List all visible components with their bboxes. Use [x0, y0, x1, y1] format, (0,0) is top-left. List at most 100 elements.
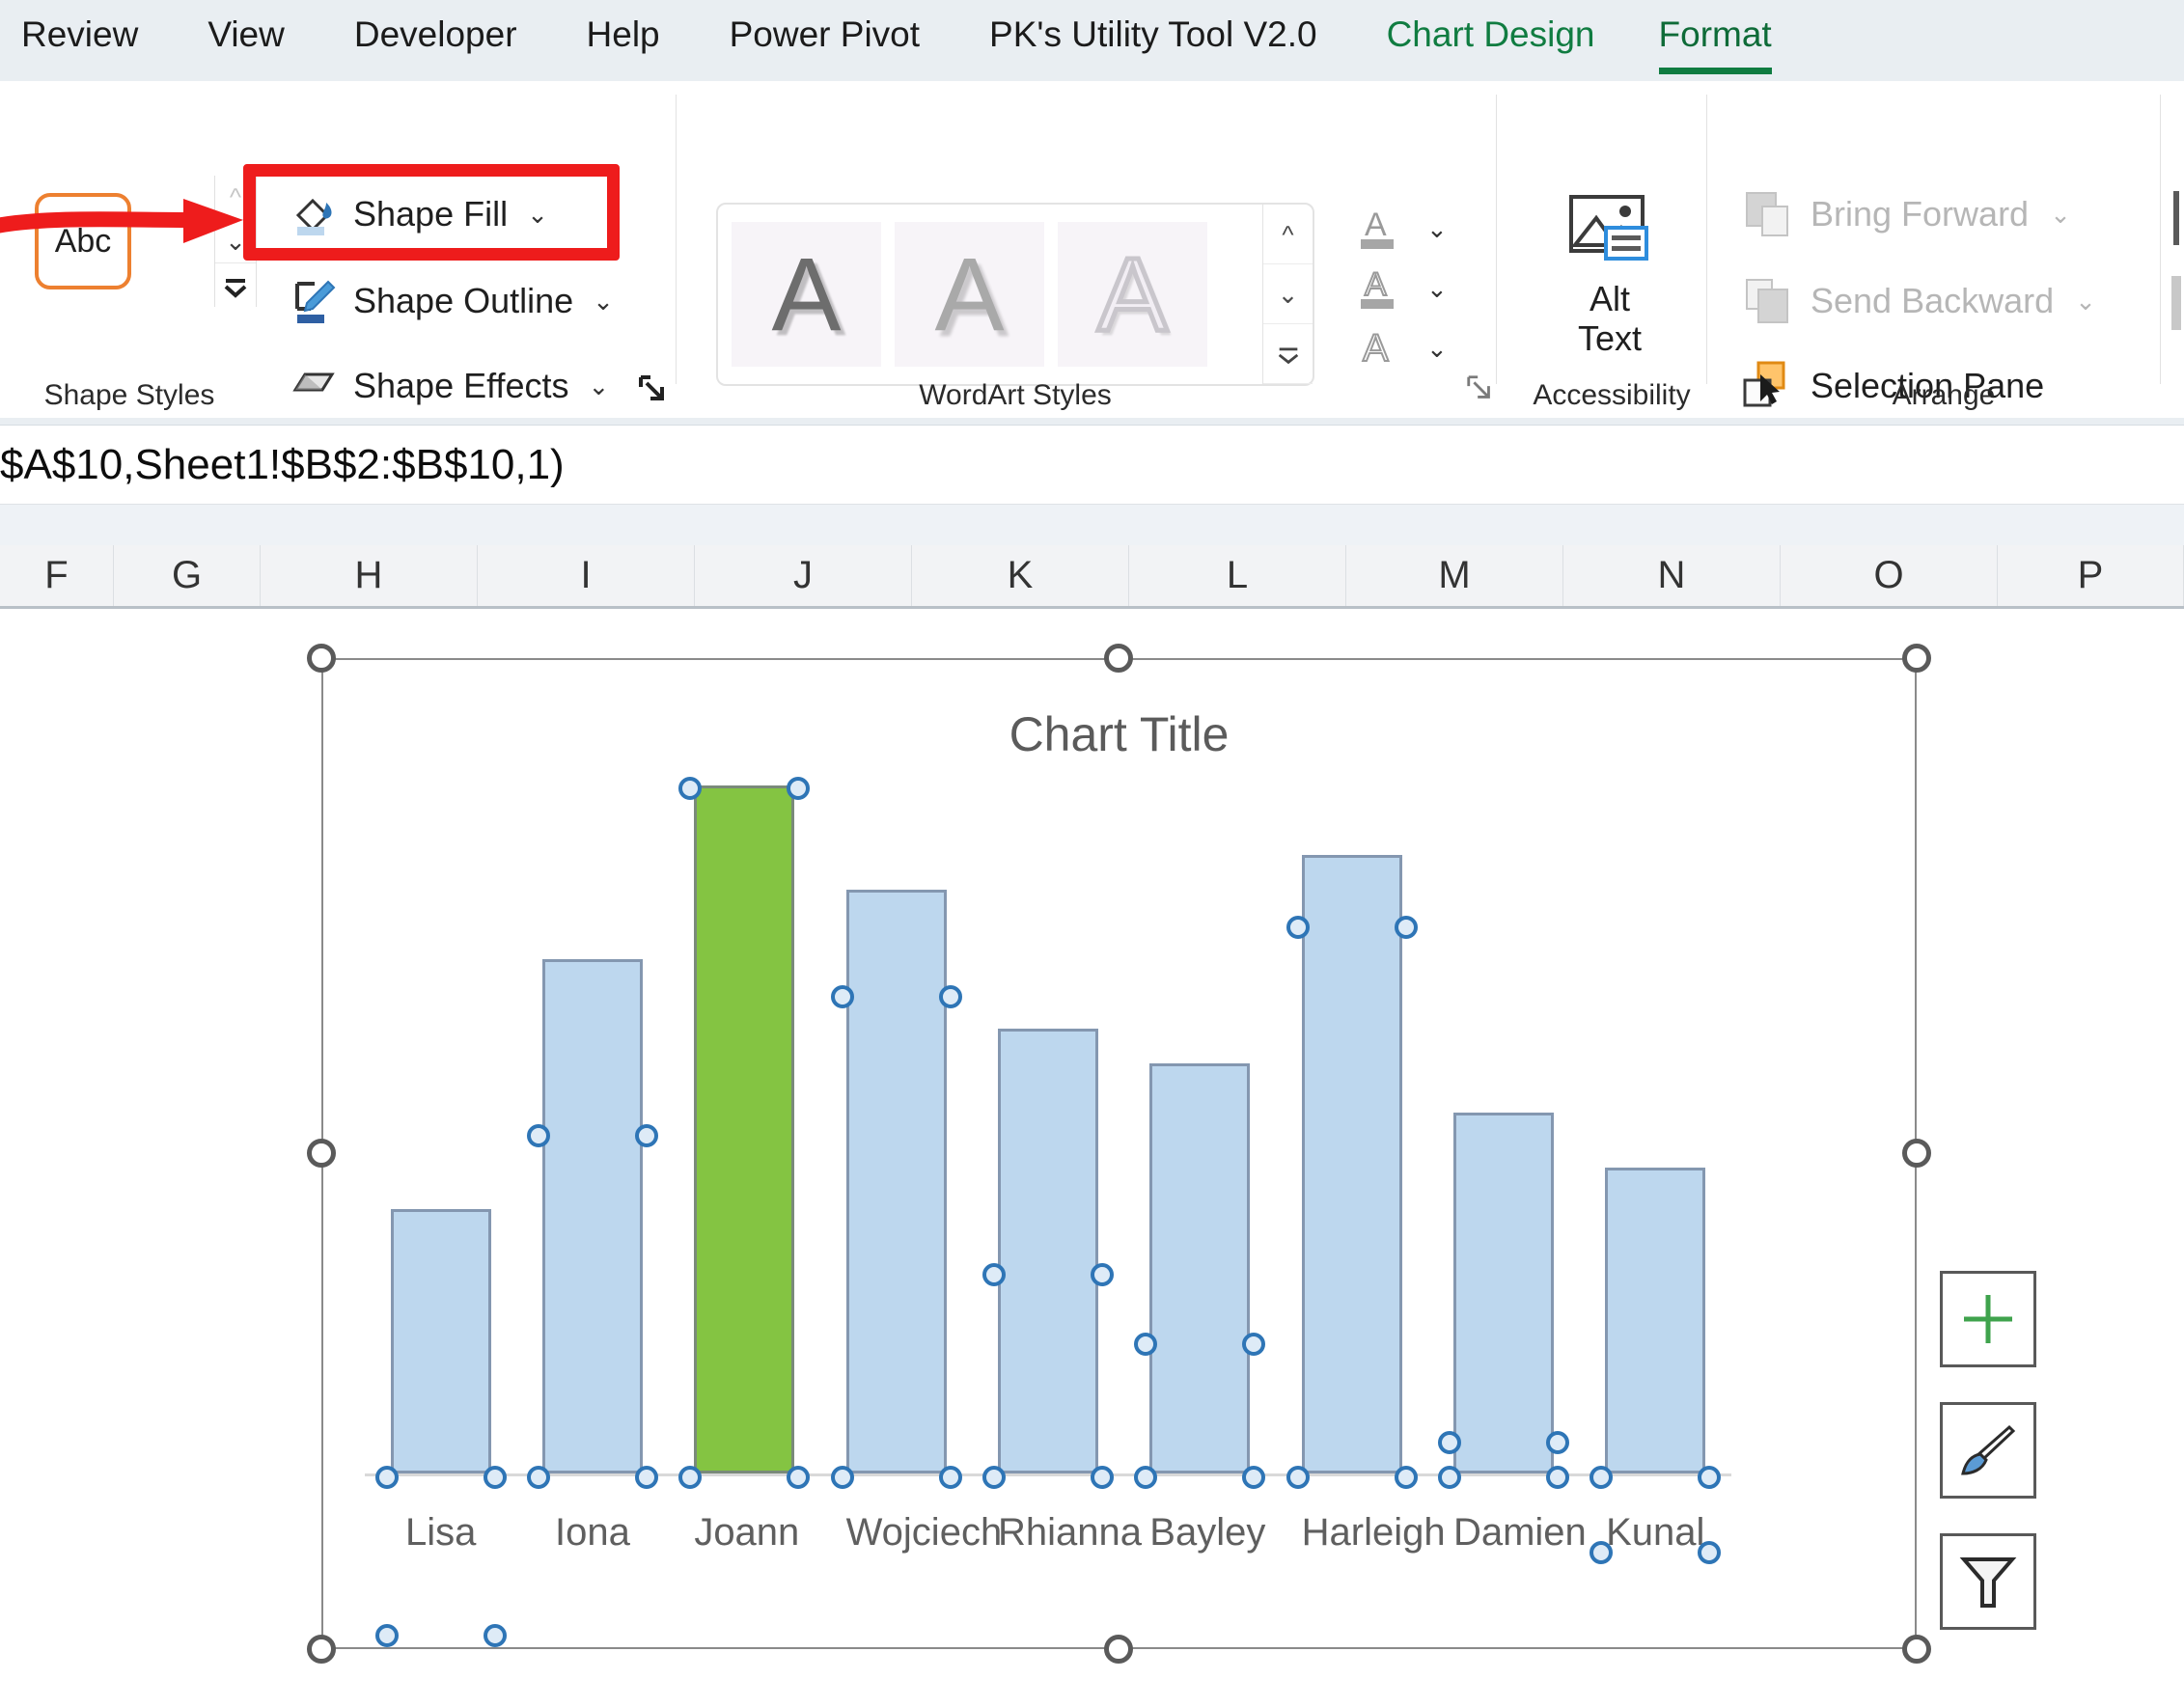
tab-view[interactable]: View [207, 14, 285, 61]
chart-bar-wrap[interactable] [1302, 855, 1402, 1473]
bar-selection-node[interactable] [1546, 1431, 1569, 1454]
chevron-down-icon[interactable]: ⌄ [589, 372, 610, 401]
chevron-down-icon[interactable]: ⌄ [593, 287, 614, 317]
bar-selection-node[interactable] [527, 1466, 550, 1489]
tab-review[interactable]: Review [21, 14, 138, 61]
bar-selection-node[interactable] [678, 1466, 702, 1489]
chart-handle-middle-right[interactable] [1902, 1139, 1931, 1168]
bar-selection-node[interactable] [1395, 916, 1418, 939]
bar-selection-node[interactable] [1242, 1333, 1265, 1356]
chevron-down-icon[interactable]: ⌄ [2050, 200, 2071, 230]
bar-selection-node[interactable] [787, 1466, 810, 1489]
wordart-style-3[interactable]: A [1058, 222, 1207, 367]
chevron-down-icon[interactable]: ⌄ [2075, 287, 2096, 317]
bar-selection-node[interactable] [1286, 916, 1310, 939]
chart-styles-button[interactable] [1940, 1402, 2036, 1499]
bar-selection-node[interactable] [635, 1124, 658, 1147]
wordart-gallery-spinner[interactable]: ^ ⌄ [1262, 205, 1313, 384]
tab-power-pivot[interactable]: Power Pivot [730, 14, 920, 61]
chevron-down-icon[interactable]: ⌄ [1426, 334, 1448, 364]
bar-selection-node[interactable] [939, 1466, 962, 1489]
bar-selection-node[interactable] [831, 1466, 854, 1489]
column-header-N[interactable]: N [1563, 545, 1781, 606]
wordart-style-1[interactable]: A [732, 222, 881, 367]
column-header-P[interactable]: P [1998, 545, 2184, 606]
formula-bar[interactable]: $A$10,Sheet1!$B$2:$B$10,1) [0, 426, 2184, 505]
shape-outline-button[interactable]: Shape Outline ⌄ [290, 276, 614, 326]
bar-selection-node[interactable] [787, 777, 810, 800]
chart-handle-top-right[interactable] [1902, 644, 1931, 673]
bar-selection-node[interactable] [982, 1466, 1006, 1489]
chart-bar[interactable] [391, 1209, 491, 1473]
bring-forward-button[interactable]: Bring Forward ⌄ [1741, 189, 2071, 239]
column-header-O[interactable]: O [1781, 545, 1998, 606]
bar-selection-node[interactable] [1091, 1466, 1114, 1489]
chart-bar-highlighted[interactable] [694, 785, 794, 1473]
chevron-down-icon[interactable]: ⌄ [1426, 214, 1448, 244]
chart-elements-button[interactable] [1940, 1271, 2036, 1367]
chart-handle-top-left[interactable] [307, 644, 336, 673]
bar-selection-node[interactable] [1698, 1466, 1721, 1489]
chevron-down-icon[interactable]: ⌄ [1426, 274, 1448, 304]
formula-input[interactable]: $A$10,Sheet1!$B$2:$B$10,1) [0, 441, 565, 489]
column-header-H[interactable]: H [261, 545, 478, 606]
chart-bar[interactable] [1605, 1168, 1705, 1473]
category-axis-labels[interactable]: LisaIonaJoannWojciechRhiannaBayleyHarlei… [365, 1511, 1731, 1555]
tab-chart-design[interactable]: Chart Design [1387, 14, 1595, 61]
column-header-I[interactable]: I [478, 545, 695, 606]
chart-bar-wrap[interactable] [1149, 1063, 1250, 1473]
chart-bar[interactable] [542, 959, 643, 1473]
text-fill-button[interactable]: A ⌄ [1351, 199, 1477, 259]
shape-fill-button[interactable]: Shape Fill ⌄ [290, 189, 548, 239]
bar-selection-node[interactable] [1698, 1541, 1721, 1564]
column-header-M[interactable]: M [1346, 545, 1563, 606]
tab-format[interactable]: Format [1659, 14, 1772, 61]
wordart-styles-gallery[interactable]: A A A ^ ⌄ [716, 203, 1314, 386]
bar-selection-node[interactable] [1438, 1431, 1461, 1454]
chart-filters-button[interactable] [1940, 1533, 2036, 1630]
bar-selection-node[interactable] [375, 1466, 399, 1489]
gallery-more-button[interactable] [215, 263, 256, 307]
bar-selection-node[interactable] [1286, 1466, 1310, 1489]
bar-selection-node[interactable] [831, 985, 854, 1008]
chart-bar-wrap[interactable] [542, 959, 643, 1473]
chart-title[interactable]: Chart Title [323, 706, 1915, 762]
bar-selection-node[interactable] [1242, 1466, 1265, 1489]
chart-bar[interactable] [846, 890, 947, 1473]
bar-selection-node[interactable] [1590, 1541, 1613, 1564]
bar-selection-node[interactable] [1091, 1263, 1114, 1286]
accessibility-dialog-launcher[interactable] [1467, 373, 1500, 406]
bar-selection-node[interactable] [527, 1124, 550, 1147]
wordart-scroll-down-button[interactable]: ⌄ [1263, 264, 1313, 324]
chart-handle-middle-left[interactable] [307, 1139, 336, 1168]
chart-bar[interactable] [1149, 1063, 1250, 1473]
tab-developer[interactable]: Developer [354, 14, 517, 61]
chart-bar-wrap[interactable] [846, 890, 947, 1473]
shape-effects-button[interactable]: Shape Effects ⌄ [290, 361, 609, 411]
bar-selection-node[interactable] [484, 1466, 507, 1489]
chart-bar[interactable] [1302, 855, 1402, 1473]
text-outline-button[interactable]: A ⌄ [1351, 259, 1477, 318]
chart-handle-bottom-right[interactable] [1902, 1635, 1931, 1664]
bar-selection-node[interactable] [939, 985, 962, 1008]
bar-selection-node[interactable] [1546, 1466, 1569, 1489]
bar-selection-node[interactable] [1134, 1466, 1157, 1489]
tab-help[interactable]: Help [587, 14, 660, 61]
column-header-G[interactable]: G [114, 545, 261, 606]
wordart-style-2[interactable]: A [895, 222, 1044, 367]
text-effects-button[interactable]: A ⌄ [1351, 318, 1477, 378]
chart-bar-wrap[interactable] [694, 785, 794, 1473]
bar-selection-node[interactable] [1438, 1466, 1461, 1489]
chart-handle-bottom-center[interactable] [1104, 1635, 1133, 1664]
chart-bar[interactable] [998, 1029, 1098, 1473]
column-header-F[interactable]: F [0, 545, 114, 606]
chart-bar-wrap[interactable] [1453, 1113, 1554, 1473]
column-header-J[interactable]: J [695, 545, 912, 606]
shape-styles-dialog-launcher[interactable] [637, 373, 670, 406]
wordart-scroll-up-button[interactable]: ^ [1263, 205, 1313, 264]
chart-bar-wrap[interactable] [391, 1209, 491, 1473]
bar-selection-node[interactable] [982, 1263, 1006, 1286]
chart-bar-wrap[interactable] [1605, 1168, 1705, 1473]
column-header-L[interactable]: L [1129, 545, 1346, 606]
send-backward-button[interactable]: Send Backward ⌄ [1741, 276, 2096, 326]
